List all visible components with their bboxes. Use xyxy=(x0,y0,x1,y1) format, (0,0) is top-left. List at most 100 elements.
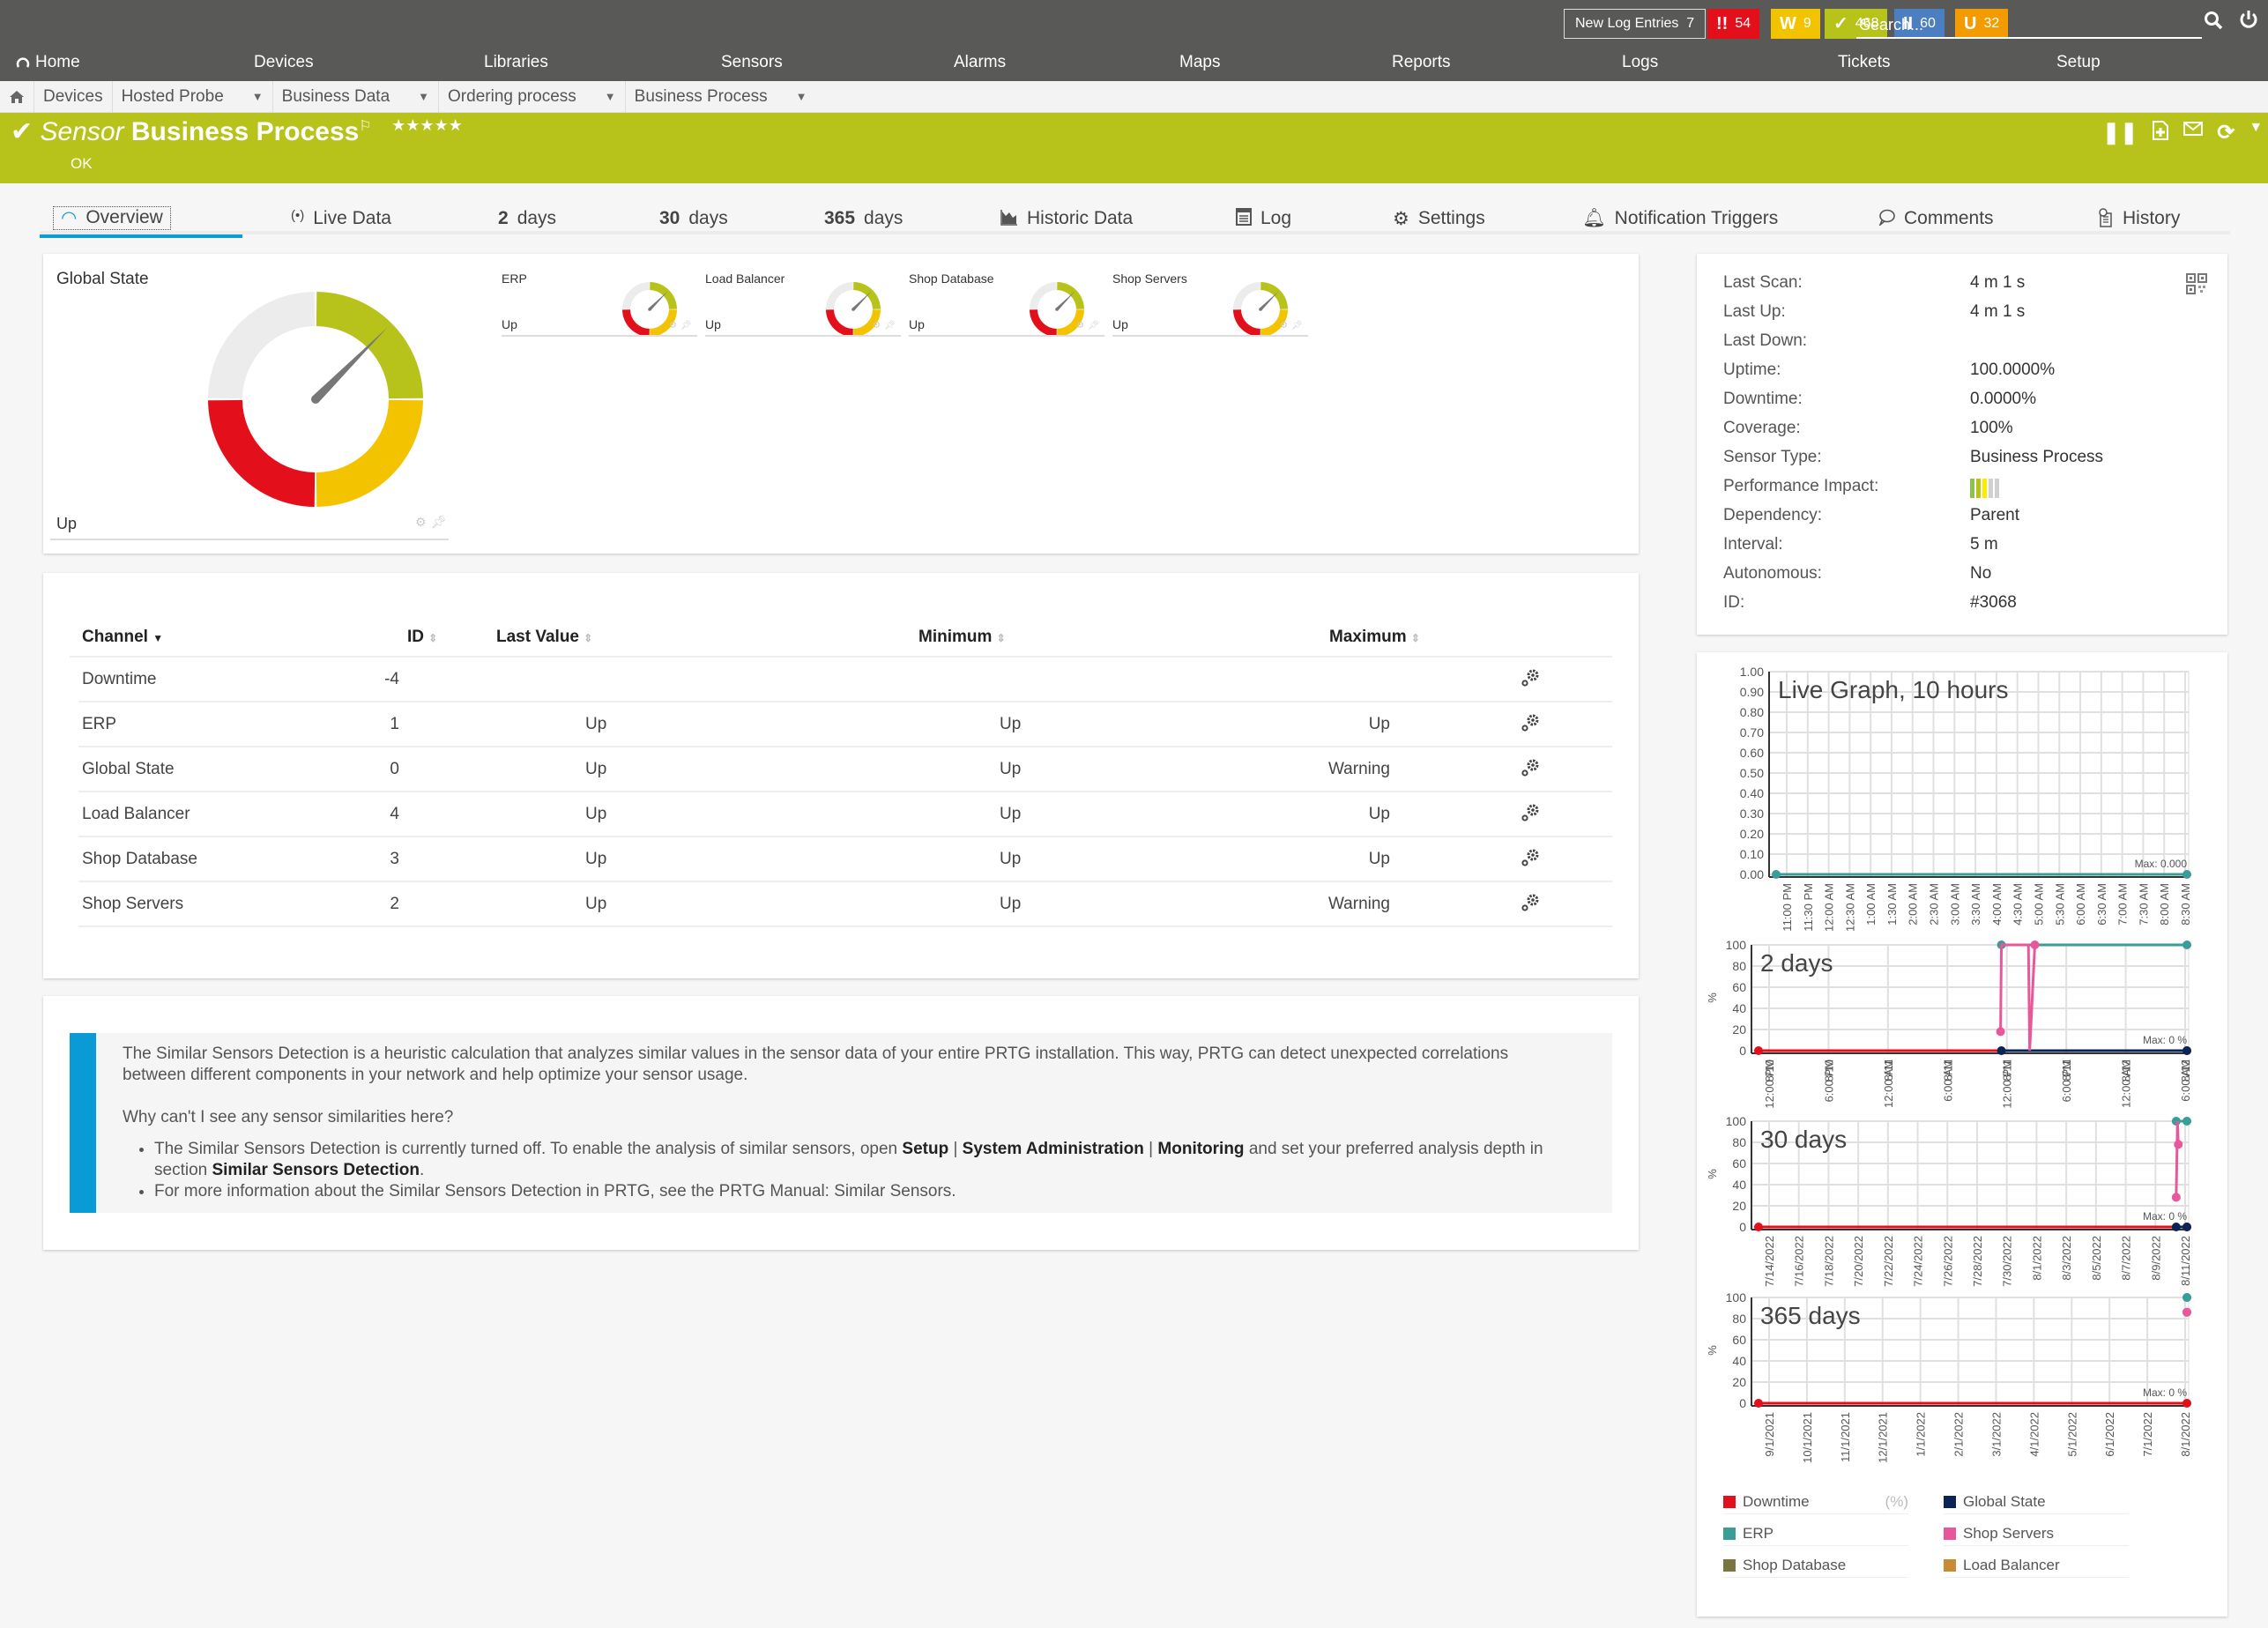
breadcrumb-hosted-probe[interactable]: Hosted Probe ▼ xyxy=(113,80,273,113)
table-row[interactable]: Shop Database 3 Up Up Up xyxy=(78,837,1612,882)
email-icon[interactable] xyxy=(2183,120,2204,138)
channel-settings-icon[interactable] xyxy=(1521,893,1540,912)
header-maximum[interactable]: Maximum ⇕ xyxy=(1329,628,1420,647)
nav-sensors[interactable]: Sensors xyxy=(721,53,783,72)
cell-channel[interactable]: Shop Servers xyxy=(82,895,183,914)
tab-historic-data[interactable]: Historic Data xyxy=(1000,208,1133,229)
chart-365-days[interactable]: 0 20 40 60 80 100 9/1/2021 10/1/2021 11/1/2021 12… xyxy=(1697,1287,2227,1490)
tab-notification-triggers[interactable]: 🔔︎ Notification Triggers xyxy=(1582,208,1778,229)
nav-tickets[interactable]: Tickets xyxy=(1838,53,1890,72)
nav-reports[interactable]: Reports xyxy=(1392,53,1451,72)
tab-log[interactable]: Log xyxy=(1236,208,1291,229)
header-minimum[interactable]: Minimum ⇕ xyxy=(918,628,1006,647)
nav-libraries[interactable]: Libraries xyxy=(484,53,548,72)
dropdown-triangle-icon[interactable]: ▼ xyxy=(234,81,264,113)
breadcrumb-business-data[interactable]: Business Data ▼ xyxy=(273,80,440,113)
tab-2-days[interactable]: 2 days xyxy=(498,208,556,229)
nav-devices[interactable]: Devices xyxy=(254,53,314,72)
channel-settings-icon[interactable] xyxy=(1521,848,1540,867)
add-report-icon[interactable] xyxy=(2152,120,2169,141)
table-row[interactable]: Shop Servers 2 Up Up Warning xyxy=(78,882,1612,927)
tab-30-days[interactable]: 30 days xyxy=(659,208,728,229)
channel-settings-icon[interactable] xyxy=(1521,668,1540,688)
cell-channel[interactable]: Downtime xyxy=(82,670,156,689)
system-administration-link[interactable]: System Administration xyxy=(963,1140,1144,1158)
tab-live-data[interactable]: (•) Live Data xyxy=(291,208,391,229)
breadcrumb-business-process[interactable]: Business Process ▼ xyxy=(626,81,816,113)
dropdown-triangle-icon[interactable]: ▼ xyxy=(778,81,807,113)
legend-item-shop-servers[interactable]: Shop Servers xyxy=(1944,1521,2129,1546)
header-id[interactable]: ID ⇕ xyxy=(407,628,437,647)
dropdown-triangle-icon[interactable]: ▼ xyxy=(587,81,616,113)
mini-gauge-shop-database[interactable]: Shop Database Up ⚙ 📌︎ xyxy=(909,271,1112,342)
qr-code-icon[interactable] xyxy=(2186,273,2207,294)
legend-item-erp[interactable]: ERP xyxy=(1723,1521,1908,1546)
x-tick-label: 6:00 AM xyxy=(1941,1059,1954,1102)
tab-365-days[interactable]: 365 days xyxy=(824,208,903,229)
cell-channel[interactable]: ERP xyxy=(82,715,116,734)
gauge-settings-icon[interactable]: ⚙ xyxy=(1280,321,1288,331)
monitoring-link[interactable]: Monitoring xyxy=(1157,1140,1244,1158)
cell-channel[interactable]: Global State xyxy=(82,760,175,779)
mini-gauge-erp[interactable]: ERP Up ⚙ 📌︎ xyxy=(502,271,704,342)
breadcrumb-ordering-process[interactable]: Ordering process ▼ xyxy=(439,80,626,113)
chart-2-days[interactable]: 0204060801008/1012:00 PM 8/106:00 PM 8/111… xyxy=(1697,934,2227,1137)
channel-settings-icon[interactable] xyxy=(1521,758,1540,777)
cell-channel[interactable]: Load Balancer xyxy=(82,805,190,824)
cell-channel[interactable]: Shop Database xyxy=(82,850,197,869)
legend-item-load-balancer[interactable]: Load Balancer xyxy=(1944,1553,2129,1578)
priority-stars[interactable]: ★★★★★ xyxy=(391,116,463,134)
badge-down[interactable]: !! 54 xyxy=(1707,9,1760,39)
pause-icon[interactable]: ❚❚ xyxy=(2102,120,2138,145)
setup-link[interactable]: Setup xyxy=(902,1140,948,1158)
tab-overview[interactable]: ◠ Overview xyxy=(53,206,171,230)
new-log-entries-button[interactable]: New Log Entries 7 xyxy=(1564,9,1707,39)
header-channel[interactable]: Channel ▼ xyxy=(82,628,163,647)
search-input[interactable]: Search... xyxy=(1856,11,2202,39)
chart-live-graph-10-hours[interactable]: 0.00 0.10 0.20 0.30 0.40 0.50 0.60 0.70 0.80 0.90… xyxy=(1697,661,2227,961)
nav-home[interactable]: Home xyxy=(16,53,80,72)
channel-settings-icon[interactable] xyxy=(1521,713,1540,732)
legend-item-downtime[interactable]: Downtime (%) xyxy=(1723,1490,1908,1514)
legend-item-global-state[interactable]: Global State xyxy=(1944,1490,2129,1514)
dropdown-triangle-icon[interactable]: ▼ xyxy=(400,81,429,113)
gauge-settings-icon[interactable]: ⚙ xyxy=(669,321,677,331)
tab-history[interactable]: History xyxy=(2098,208,2180,229)
table-row[interactable]: Downtime -4 xyxy=(78,658,1612,702)
nav-setup[interactable]: Setup xyxy=(2056,53,2101,72)
impact-bar xyxy=(1976,479,1981,498)
pin-icon[interactable]: 📌︎ xyxy=(884,321,896,331)
tab-settings[interactable]: ⚙ Settings xyxy=(1393,208,1485,230)
pin-icon[interactable]: 📌︎ xyxy=(680,321,692,331)
mini-gauge-load-balancer[interactable]: Load Balancer Up ⚙ 📌︎ xyxy=(705,271,908,342)
cell-minimum: Up xyxy=(1000,850,1022,868)
table-row[interactable]: Global State 0 Up Up Warning xyxy=(78,747,1612,792)
tab-comments[interactable]: Comments xyxy=(1878,208,1994,229)
mini-gauge-shop-servers[interactable]: Shop Servers Up ⚙ 📌︎ xyxy=(1112,271,1315,342)
table-row[interactable]: Load Balancer 4 Up Up Up xyxy=(78,792,1612,837)
channel-settings-icon[interactable] xyxy=(1521,803,1540,822)
cell-maximum: Warning xyxy=(1327,760,1390,778)
breadcrumb-devices[interactable]: Devices xyxy=(34,80,113,113)
nav-logs[interactable]: Logs xyxy=(1622,53,1658,72)
pin-icon[interactable]: 📌︎ xyxy=(1088,321,1099,331)
pin-icon[interactable]: 📌︎ xyxy=(1291,321,1303,331)
refresh-icon[interactable]: ⟳ xyxy=(2217,120,2235,145)
gauge-settings-icon[interactable]: ⚙ xyxy=(415,515,427,530)
gauge-settings-icon[interactable]: ⚙ xyxy=(1076,321,1084,331)
breadcrumb-home[interactable] xyxy=(0,80,34,113)
header-last-value[interactable]: Last Value ⇕ xyxy=(496,628,592,647)
pin-icon[interactable]: 📌︎ xyxy=(431,515,447,530)
info-value: #3068 xyxy=(1970,593,2017,612)
gauge-settings-icon[interactable]: ⚙ xyxy=(873,321,881,331)
nav-alarms[interactable]: Alarms xyxy=(954,53,1006,72)
badge-warning[interactable]: W 9 xyxy=(1771,9,1820,39)
dropdown-arrow-icon[interactable]: ▼ xyxy=(2249,120,2263,145)
search-icon[interactable] xyxy=(2204,11,2223,36)
legend-item-shop-database[interactable]: Shop Database xyxy=(1723,1553,1908,1578)
table-row[interactable]: ERP 1 Up Up Up xyxy=(78,702,1612,747)
flag-icon[interactable]: ⚐ xyxy=(359,119,371,134)
chart-30-days[interactable]: 0 20 40 60 80 100 7/14/2022 7/16/2022 7/18/2022 7… xyxy=(1697,1111,2227,1313)
nav-maps[interactable]: Maps xyxy=(1179,53,1220,72)
logout-power-icon[interactable] xyxy=(2239,9,2258,36)
